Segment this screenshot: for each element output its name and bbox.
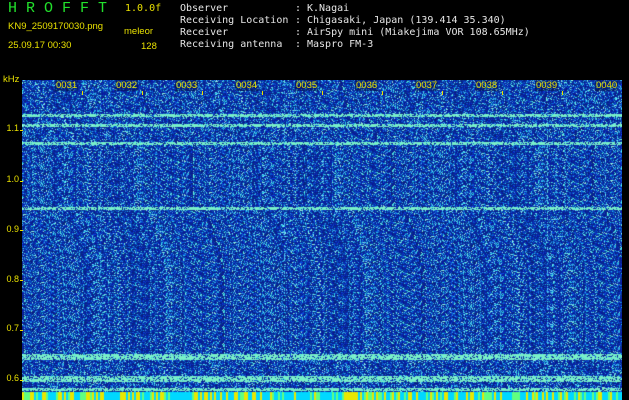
y-tick-mark [20,280,23,281]
y-tick-label: 0.7 [6,323,19,333]
y-tick-label: 0.9 [6,224,19,234]
info-separator: : [295,15,302,26]
y-tick-label: 1.0 [6,174,19,184]
y-tick-mark [20,330,23,331]
y-axis-unit: kHz [3,74,20,85]
info-separator: : [295,39,302,50]
x-tick-label: 0037 [415,80,439,91]
mode-label: meleor [124,26,154,37]
x-tick-label: 0035 [295,80,319,91]
x-tick-label: 0034 [235,80,259,91]
receiver-label: Receiver [180,27,229,38]
y-tick-mark [20,130,23,131]
y-tick-label: 0.8 [6,274,19,284]
x-tick-mark [142,91,143,95]
y-tick-label: 0.6 [6,373,19,383]
filename-label: KN9_2509170030.png [8,21,104,32]
x-tick-mark [382,91,383,95]
version-label: 1.0.0f [125,3,162,14]
observer-value: K.Nagai [307,3,350,14]
x-tick-mark [562,91,563,95]
x-tick-mark [322,91,323,95]
x-tick-mark [82,91,83,95]
observer-label: Observer [180,3,229,14]
x-tick-label: 0031 [55,80,79,91]
x-tick-label: 0032 [115,80,139,91]
location-value: Chigasaki, Japan (139.414 35.340) [307,15,506,26]
x-tick-mark [502,91,503,95]
x-tick-mark [442,91,443,95]
x-tick-label: 0036 [355,80,379,91]
x-tick-mark [202,91,203,95]
spectrogram-canvas [22,80,622,400]
app-title: HROFFT [8,0,117,17]
receiver-value: AirSpy mini (Miakejima VOR 108.65MHz) [307,27,530,38]
info-separator: : [295,27,302,38]
x-tick-label: 0040 [595,80,619,91]
location-label: Receiving Location [180,15,289,26]
y-tick-label: 1.1 [6,123,19,133]
x-tick-label: 0033 [175,80,199,91]
fft-points-label: 128 [141,41,157,52]
antenna-value: Maspro FM-3 [307,39,374,50]
y-tick-mark [20,230,23,231]
x-tick-label: 0038 [475,80,499,91]
info-separator: : [295,3,302,14]
datetime-label: 25.09.17 00:30 [8,40,72,51]
y-tick-mark [20,380,23,381]
x-tick-mark [262,91,263,95]
y-tick-mark [20,181,23,182]
x-tick-label: 0039 [535,80,559,91]
antenna-label: Receiving antenna [180,39,283,50]
